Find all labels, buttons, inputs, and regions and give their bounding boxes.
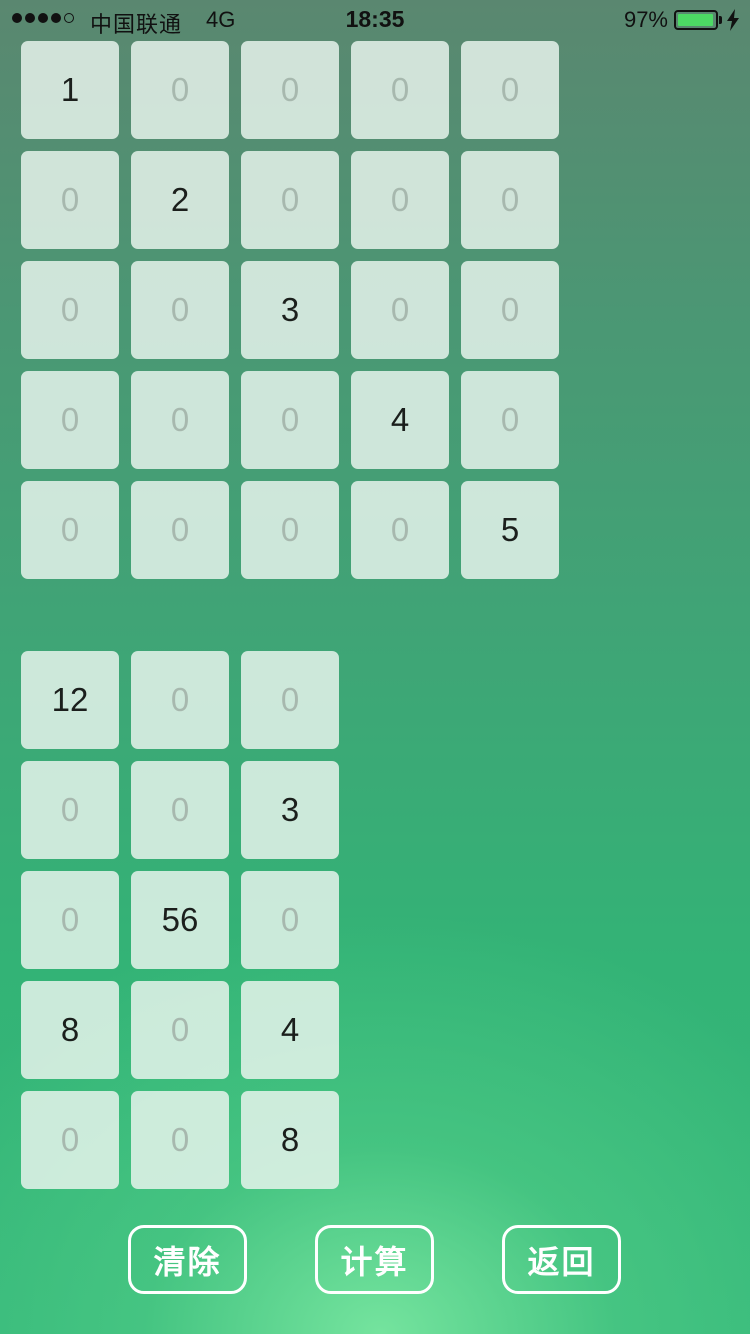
matrix-a-cell[interactable]: 0	[131, 371, 229, 469]
matrix-a-cell[interactable]: 4	[351, 371, 449, 469]
matrix-a-cell[interactable]: 0	[351, 261, 449, 359]
matrix-b-cell[interactable]: 4	[241, 981, 339, 1079]
matrix-b-cell[interactable]: 12	[21, 651, 119, 749]
clear-button[interactable]: 清除	[128, 1225, 247, 1294]
matrix-b-cell[interactable]: 8	[21, 981, 119, 1079]
matrix-a-cell[interactable]: 0	[351, 41, 449, 139]
matrix-b-grid: 12 0 0 0 0 3 0 56 0 8 0 4 0 0 8	[21, 651, 339, 1189]
matrix-b-cell[interactable]: 56	[131, 871, 229, 969]
matrix-b-cell[interactable]: 0	[21, 871, 119, 969]
matrix-a-cell[interactable]: 0	[461, 261, 559, 359]
matrix-a-cell[interactable]: 0	[351, 151, 449, 249]
matrix-b-cell[interactable]: 3	[241, 761, 339, 859]
matrix-b-cell[interactable]: 0	[21, 761, 119, 859]
matrix-a-cell[interactable]: 0	[131, 41, 229, 139]
matrix-a-cell[interactable]: 1	[21, 41, 119, 139]
matrix-a-cell[interactable]: 5	[461, 481, 559, 579]
battery-percentage: 97%	[623, 7, 668, 32]
matrix-a-cell[interactable]: 0	[21, 481, 119, 579]
matrix-a-cell[interactable]: 0	[241, 41, 339, 139]
matrix-a-cell[interactable]: 0	[461, 371, 559, 469]
matrix-a-cell[interactable]: 2	[131, 151, 229, 249]
matrix-b-cell[interactable]: 0	[131, 981, 229, 1079]
matrix-b-cell[interactable]: 0	[131, 651, 229, 749]
status-bar: 中国联通 4G 18:35 97%	[0, 0, 750, 40]
matrix-a-cell[interactable]: 0	[241, 481, 339, 579]
matrix-a-cell[interactable]: 0	[241, 151, 339, 249]
matrix-b-cell[interactable]: 8	[241, 1091, 339, 1189]
back-button[interactable]: 返回	[502, 1225, 621, 1294]
matrix-b-cell[interactable]: 0	[241, 871, 339, 969]
matrix-b-cell[interactable]: 0	[241, 651, 339, 749]
matrix-a-cell[interactable]: 0	[131, 261, 229, 359]
matrix-a-cell[interactable]: 0	[21, 371, 119, 469]
matrix-a-cell[interactable]: 0	[131, 481, 229, 579]
calculate-button[interactable]: 计算	[315, 1225, 434, 1294]
matrix-a-cell[interactable]: 0	[461, 151, 559, 249]
matrix-b-cell[interactable]: 0	[21, 1091, 119, 1189]
battery-fill	[678, 14, 713, 26]
matrix-a-cell[interactable]: 3	[241, 261, 339, 359]
matrix-a-cell[interactable]: 0	[21, 261, 119, 359]
matrix-b-cell[interactable]: 0	[131, 761, 229, 859]
matrix-a-cell[interactable]: 0	[21, 151, 119, 249]
battery-tip	[719, 16, 722, 24]
matrix-a-cell[interactable]: 0	[461, 41, 559, 139]
matrix-a-grid: 1000002000003000004000005	[21, 41, 559, 579]
matrix-a-cell[interactable]: 0	[351, 481, 449, 579]
battery-icon	[674, 10, 718, 30]
matrix-b-cell[interactable]: 0	[131, 1091, 229, 1189]
matrix-a-cell[interactable]: 0	[241, 371, 339, 469]
charging-bolt-icon	[727, 9, 739, 31]
